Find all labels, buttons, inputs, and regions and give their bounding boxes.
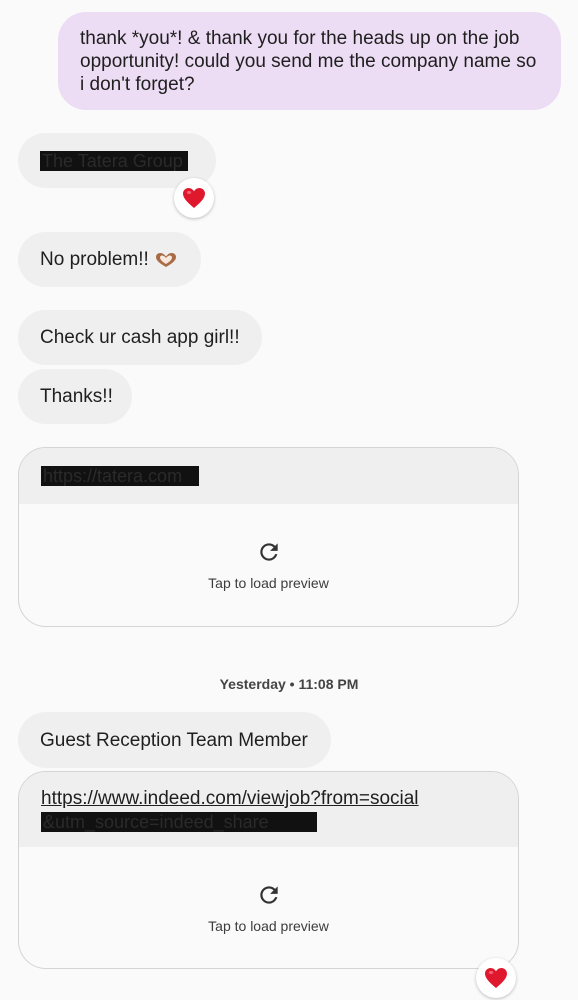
link-preview-card-1[interactable]: https://tatera.com Tap to load preview xyxy=(18,447,519,627)
heart-icon xyxy=(183,188,205,208)
tap-to-load-label: Tap to load preview xyxy=(208,917,329,934)
incoming-message-job-title[interactable]: Guest Reception Team Member xyxy=(18,712,331,768)
heart-icon xyxy=(485,968,507,988)
heart-hands-emoji-icon xyxy=(155,252,176,267)
message-text: Thanks!! xyxy=(40,386,113,407)
refresh-icon xyxy=(259,543,278,561)
refresh-icon xyxy=(259,885,278,904)
incoming-message-cashapp[interactable]: Check ur cash app girl!! xyxy=(18,310,262,365)
redacted-text: The Tatera Group xyxy=(40,150,188,171)
link-card-header: https://www.indeed.com/viewjob?from=soci… xyxy=(19,772,518,847)
outgoing-message-text: thank *you*! & thank you for the heads u… xyxy=(80,28,537,95)
message-text: Guest Reception Team Member xyxy=(40,729,308,751)
outgoing-message[interactable]: thank *you*! & thank you for the heads u… xyxy=(58,12,561,110)
conversation-screen: thank *you*! & thank you for the heads u… xyxy=(0,0,578,1000)
message-text: No problem!! xyxy=(40,249,149,270)
incoming-message-thanks[interactable]: Thanks!! xyxy=(18,369,132,424)
link-card-header: https://tatera.com xyxy=(19,448,518,504)
indeed-link[interactable]: https://www.indeed.com/viewjob?from=soci… xyxy=(41,787,419,810)
link-preview-card-2[interactable]: https://www.indeed.com/viewjob?from=soci… xyxy=(18,771,519,969)
heart-reaction[interactable] xyxy=(174,178,214,218)
redacted-link-line2[interactable]: &utm_source=indeed_share xyxy=(41,812,317,832)
timestamp-divider: Yesterday • 11:08 PM xyxy=(219,676,359,692)
heart-reaction[interactable] xyxy=(476,958,516,998)
incoming-message-no-problem[interactable]: No problem!! xyxy=(18,232,201,287)
load-preview-area[interactable]: Tap to load preview xyxy=(19,504,518,626)
tap-to-load-label: Tap to load preview xyxy=(208,575,329,591)
message-text: Check ur cash app girl!! xyxy=(40,327,240,348)
redacted-link[interactable]: https://tatera.com xyxy=(41,466,199,486)
load-preview-area[interactable]: Tap to load preview xyxy=(19,847,518,968)
